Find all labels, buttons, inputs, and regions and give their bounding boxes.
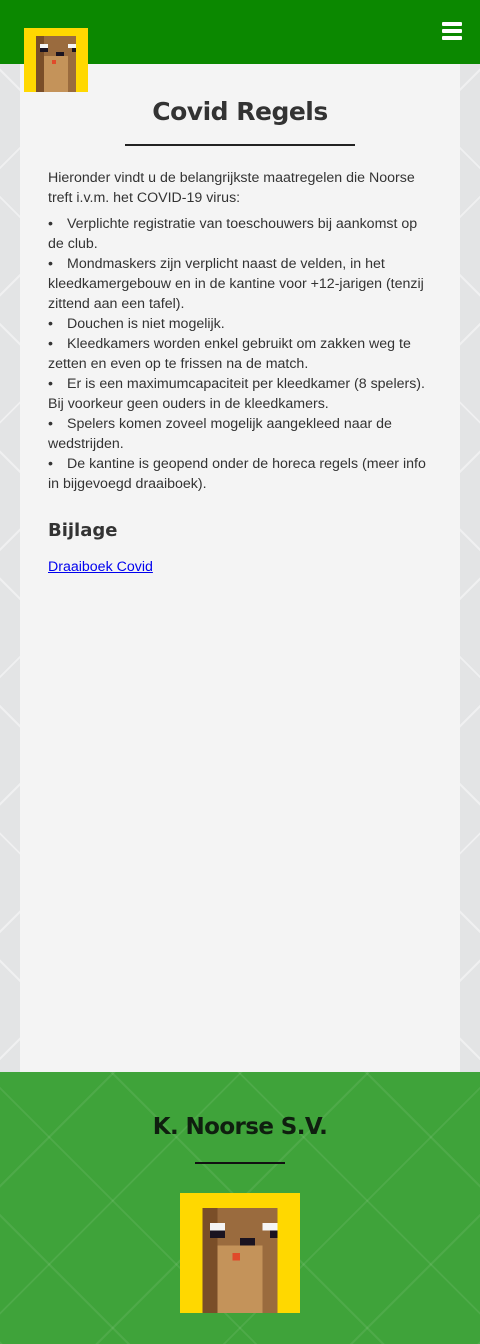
bullet: • — [48, 216, 53, 232]
rule-text: Spelers komen zoveel mogelijk aangekleed… — [48, 416, 392, 452]
bullet: • — [48, 456, 53, 472]
menu-bar — [442, 29, 462, 33]
menu-bar — [442, 36, 462, 40]
intro-text: Hieronder vindt u de belangrijkste maatr… — [48, 170, 415, 206]
hamburger-menu-icon[interactable] — [442, 22, 462, 40]
rule-text: Er is een maximumcapaciteit per kleedkam… — [48, 376, 425, 412]
title-divider — [125, 144, 355, 146]
rule-text: Mondmaskers zijn verplicht naast de veld… — [48, 256, 424, 312]
footer: K. Noorse S.V. — [0, 1072, 480, 1344]
bullet: • — [48, 416, 53, 432]
club-name: K. Noorse S.V. — [152, 1114, 328, 1140]
list-item: • De kantine is geopend onder de horeca r… — [48, 454, 432, 494]
bullet: • — [48, 256, 53, 272]
draaiboek-link[interactable]: Draaiboek Covid — [48, 559, 153, 575]
page-title: Covid Regels — [152, 97, 328, 126]
list-item: • Spelers komen zoveel mogelijk aangeklee… — [48, 414, 432, 454]
bullet: • — [48, 336, 53, 352]
rule-text: Kleedkamers worden enkel gebruikt om zak… — [48, 336, 411, 372]
rule-text: De kantine is geopend onder de horeca re… — [48, 456, 426, 492]
list-item: • Douchen is niet mogelijk. — [48, 314, 432, 334]
attachment-heading: Bijlage — [48, 520, 118, 541]
beaver-logo-icon — [180, 1193, 300, 1313]
bullet: • — [48, 316, 53, 332]
list-item: • Mondmaskers zijn verplicht naast de vel… — [48, 254, 432, 314]
main-content: Covid Regels Hieronder vindt u de belang… — [20, 64, 460, 1072]
rules-list: • Verplichte registratie van toeschouwers… — [48, 214, 432, 494]
list-item: • Verplichte registratie van toeschouwers… — [48, 214, 432, 254]
menu-bar — [442, 22, 462, 26]
bullet: • — [48, 376, 53, 392]
list-item: • Er is een maximumcapaciteit per kleedka… — [48, 374, 432, 414]
rule-text: Douchen is niet mogelijk. — [67, 316, 225, 332]
list-item: • Kleedkamers worden enkel gebruikt om za… — [48, 334, 432, 374]
rule-text: Verplichte registratie van toeschouwers … — [48, 216, 418, 252]
beaver-logo-icon[interactable] — [24, 28, 88, 92]
footer-divider — [195, 1162, 285, 1164]
